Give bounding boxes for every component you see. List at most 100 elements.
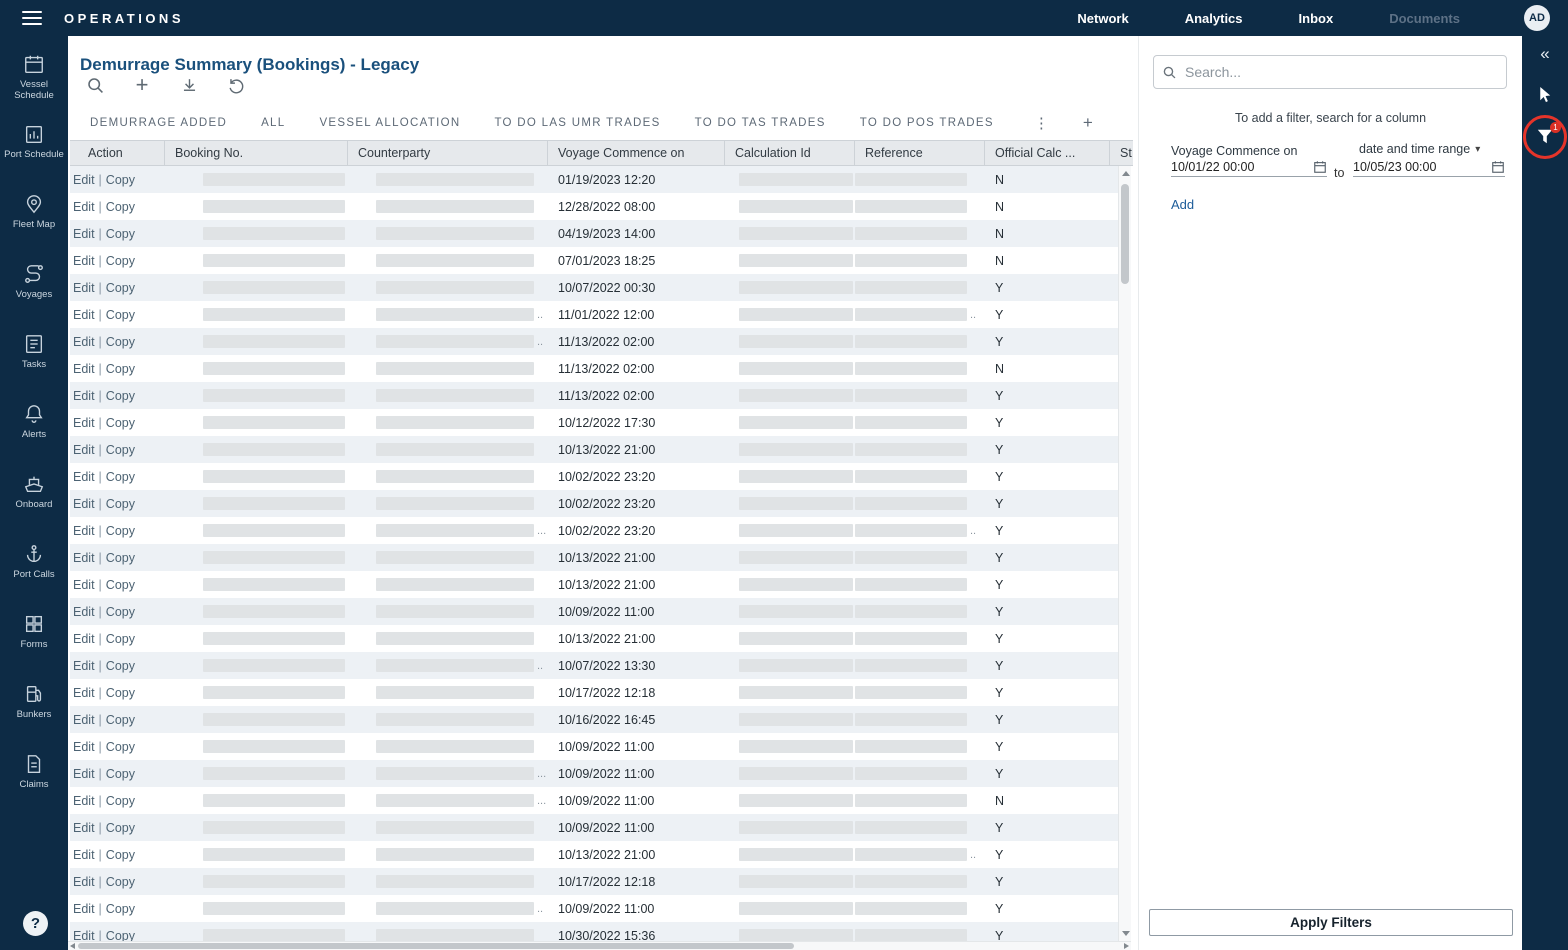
apply-filters-button[interactable]: Apply Filters: [1149, 909, 1513, 936]
edit-link[interactable]: Edit: [73, 281, 95, 295]
edit-link[interactable]: Edit: [73, 497, 95, 511]
copy-link[interactable]: Copy: [106, 632, 135, 646]
edit-link[interactable]: Edit: [73, 200, 95, 214]
sidebar-item-claims[interactable]: Claims: [0, 748, 68, 818]
column-header-official-calc[interactable]: Official Calc ...: [985, 141, 1110, 165]
sidebar-item-bunkers[interactable]: Bunkers: [0, 678, 68, 748]
vertical-scrollbar[interactable]: [1118, 166, 1131, 941]
tab-overflow-kebab-icon[interactable]: ⋮: [1034, 114, 1049, 132]
copy-link[interactable]: Copy: [106, 335, 135, 349]
horizontal-scrollbar[interactable]: [68, 941, 1131, 950]
tab-to-do-tas-trades[interactable]: TO DO TAS TRADES: [695, 117, 826, 129]
copy-link[interactable]: Copy: [106, 173, 135, 187]
scroll-up-arrow-icon[interactable]: [1122, 171, 1130, 176]
edit-link[interactable]: Edit: [73, 227, 95, 241]
copy-link[interactable]: Copy: [106, 443, 135, 457]
edit-link[interactable]: Edit: [73, 551, 95, 565]
copy-link[interactable]: Copy: [106, 902, 135, 916]
sidebar-item-fleet-map[interactable]: Fleet Map: [0, 188, 68, 258]
calendar-icon[interactable]: [1491, 160, 1505, 174]
copy-link[interactable]: Copy: [106, 524, 135, 538]
horizontal-scrollbar-thumb[interactable]: [78, 943, 794, 949]
column-header-calculation-id[interactable]: Calculation Id: [725, 141, 855, 165]
copy-link[interactable]: Copy: [106, 281, 135, 295]
edit-link[interactable]: Edit: [73, 875, 95, 889]
edit-link[interactable]: Edit: [73, 794, 95, 808]
edit-link[interactable]: Edit: [73, 335, 95, 349]
column-header-reference[interactable]: Reference: [855, 141, 985, 165]
edit-link[interactable]: Edit: [73, 416, 95, 430]
pointer-cursor-icon[interactable]: [1537, 86, 1553, 109]
copy-link[interactable]: Copy: [106, 875, 135, 889]
copy-link[interactable]: Copy: [106, 497, 135, 511]
copy-link[interactable]: Copy: [106, 200, 135, 214]
copy-link[interactable]: Copy: [106, 821, 135, 835]
copy-link[interactable]: Copy: [106, 605, 135, 619]
edit-link[interactable]: Edit: [73, 713, 95, 727]
edit-link[interactable]: Edit: [73, 308, 95, 322]
hamburger-menu-icon[interactable]: [22, 11, 42, 25]
scroll-left-arrow-icon[interactable]: [70, 943, 75, 949]
copy-link[interactable]: Copy: [106, 551, 135, 565]
edit-link[interactable]: Edit: [73, 443, 95, 457]
sidebar-item-tasks[interactable]: Tasks: [0, 328, 68, 398]
column-header-booking-no[interactable]: Booking No.: [165, 141, 348, 165]
date-from-input[interactable]: [1171, 160, 1313, 174]
edit-link[interactable]: Edit: [73, 362, 95, 376]
add-filter-link[interactable]: Add: [1171, 197, 1194, 212]
column-header-action[interactable]: Action: [70, 141, 165, 165]
add-record-icon[interactable]: +: [131, 74, 153, 96]
filter-type-dropdown[interactable]: date and time range ▾: [1359, 142, 1480, 156]
copy-link[interactable]: Copy: [106, 794, 135, 808]
vertical-scrollbar-thumb[interactable]: [1121, 184, 1129, 284]
copy-link[interactable]: Copy: [106, 767, 135, 781]
nav-network[interactable]: Network: [1077, 11, 1128, 26]
copy-link[interactable]: Copy: [106, 848, 135, 862]
download-icon[interactable]: [178, 74, 200, 96]
nav-documents[interactable]: Documents: [1389, 11, 1460, 26]
edit-link[interactable]: Edit: [73, 389, 95, 403]
filter-search-input[interactable]: [1183, 63, 1506, 81]
sidebar-item-port-schedule[interactable]: Port Schedule: [0, 118, 68, 188]
edit-link[interactable]: Edit: [73, 470, 95, 484]
edit-link[interactable]: Edit: [73, 929, 95, 942]
tab-vessel-allocation[interactable]: VESSEL ALLOCATION: [319, 117, 460, 129]
scroll-down-arrow-icon[interactable]: [1122, 931, 1130, 936]
copy-link[interactable]: Copy: [106, 389, 135, 403]
sidebar-item-vessel-schedule[interactable]: Vessel Schedule: [0, 48, 68, 118]
sidebar-item-forms[interactable]: Forms: [0, 608, 68, 678]
sidebar-item-voyages[interactable]: Voyages: [0, 258, 68, 328]
column-header-voyage-commence-on[interactable]: Voyage Commence on: [548, 141, 725, 165]
copy-link[interactable]: Copy: [106, 740, 135, 754]
copy-link[interactable]: Copy: [106, 470, 135, 484]
tab-to-do-pos-trades[interactable]: TO DO POS TRADES: [860, 117, 994, 129]
nav-analytics[interactable]: Analytics: [1185, 11, 1243, 26]
edit-link[interactable]: Edit: [73, 524, 95, 538]
copy-link[interactable]: Copy: [106, 929, 135, 942]
edit-link[interactable]: Edit: [73, 578, 95, 592]
tab-to-do-las-umr-trades[interactable]: TO DO LAS UMR TRADES: [494, 117, 660, 129]
copy-link[interactable]: Copy: [106, 578, 135, 592]
copy-link[interactable]: Copy: [106, 362, 135, 376]
calendar-icon[interactable]: [1313, 160, 1327, 174]
copy-link[interactable]: Copy: [106, 416, 135, 430]
sidebar-item-onboard[interactable]: Onboard: [0, 468, 68, 538]
tab-add-icon[interactable]: +: [1083, 113, 1093, 133]
sidebar-item-port-calls[interactable]: Port Calls: [0, 538, 68, 608]
copy-link[interactable]: Copy: [106, 713, 135, 727]
sidebar-item-alerts[interactable]: Alerts: [0, 398, 68, 468]
tab-demurrage-added[interactable]: DEMURRAGE ADDED: [90, 117, 227, 129]
nav-inbox[interactable]: Inbox: [1299, 11, 1334, 26]
edit-link[interactable]: Edit: [73, 173, 95, 187]
edit-link[interactable]: Edit: [73, 740, 95, 754]
edit-link[interactable]: Edit: [73, 848, 95, 862]
edit-link[interactable]: Edit: [73, 686, 95, 700]
edit-link[interactable]: Edit: [73, 659, 95, 673]
edit-link[interactable]: Edit: [73, 632, 95, 646]
edit-link[interactable]: Edit: [73, 902, 95, 916]
edit-link[interactable]: Edit: [73, 254, 95, 268]
scroll-right-arrow-icon[interactable]: [1124, 943, 1129, 949]
user-avatar[interactable]: AD: [1524, 5, 1550, 31]
copy-link[interactable]: Copy: [106, 254, 135, 268]
copy-link[interactable]: Copy: [106, 227, 135, 241]
